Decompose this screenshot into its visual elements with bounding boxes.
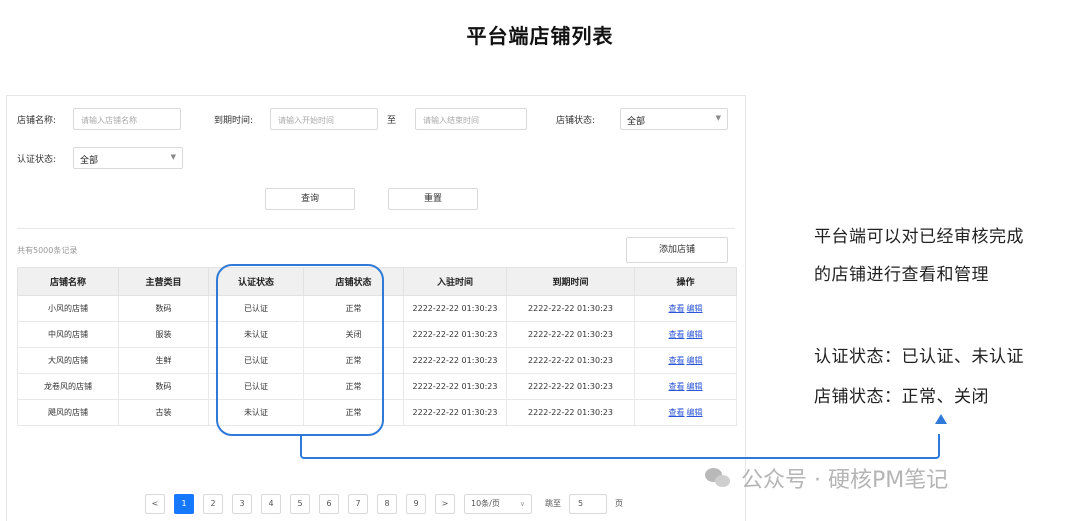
prev-page-button[interactable]: < (145, 494, 165, 514)
watermark: 公众号 · 硬核PM笔记 (705, 462, 948, 494)
add-store-button[interactable]: 添加店铺 (626, 237, 728, 263)
page-button-8[interactable]: 8 (377, 494, 397, 514)
store-name-label: 店铺名称: (17, 116, 57, 126)
cell-actions: 查看 编辑 (634, 347, 737, 374)
chevron-down-icon: ▼ (170, 153, 176, 161)
col-header-actions: 操作 (634, 267, 737, 296)
edit-link[interactable]: 编辑 (687, 304, 703, 313)
store-status-value: 全部 (627, 117, 646, 127)
page-size-select[interactable]: 10条/页 ∨ (464, 494, 532, 514)
view-link[interactable]: 查看 (669, 304, 685, 313)
page-unit-label: 页 (615, 499, 623, 508)
annotation-connector-line (300, 434, 940, 459)
note-line-1: 平台端可以对已经审核完成 (814, 227, 1024, 247)
cert-status-select[interactable]: 全部 ▼ (73, 147, 183, 169)
cell-join-time: 2222-22-22 01:30:23 (403, 321, 507, 348)
page-button-5[interactable]: 5 (290, 494, 310, 514)
note-line-2: 的店铺进行查看和管理 (814, 265, 989, 285)
page-size-value: 10条/页 (471, 499, 500, 508)
query-button[interactable]: 查询 (265, 188, 355, 210)
chevron-down-icon: ▼ (715, 114, 721, 122)
cell-actions: 查看 编辑 (634, 399, 737, 426)
range-separator: 至 (387, 116, 397, 126)
page-button-7[interactable]: 7 (348, 494, 368, 514)
cell-category: 服装 (118, 321, 209, 348)
jump-label: 跳至 (545, 499, 561, 508)
divider (17, 228, 735, 229)
cell-join-time: 2222-22-22 01:30:23 (403, 399, 507, 426)
total-records: 共有5000条记录 (17, 246, 78, 255)
view-link[interactable]: 查看 (669, 356, 685, 365)
cell-expire-time: 2222-22-22 01:30:23 (506, 373, 635, 400)
col-header-category: 主营类目 (118, 267, 209, 296)
view-link[interactable]: 查看 (669, 330, 685, 339)
view-link[interactable]: 查看 (669, 408, 685, 417)
edit-link[interactable]: 编辑 (687, 356, 703, 365)
view-link[interactable]: 查看 (669, 382, 685, 391)
cell-category: 数码 (118, 295, 209, 322)
reset-button[interactable]: 重置 (388, 188, 478, 210)
start-time-input[interactable]: 请输入开始时间 (270, 108, 378, 130)
wechat-icon (705, 468, 731, 488)
cell-store-name: 大风的店铺 (17, 347, 119, 374)
cell-category: 数码 (118, 373, 209, 400)
cell-store-name: 飓风的店铺 (17, 399, 119, 426)
cell-join-time: 2222-22-22 01:30:23 (403, 347, 507, 374)
cell-expire-time: 2222-22-22 01:30:23 (506, 347, 635, 374)
col-header-expire-time: 到期时间 (506, 267, 635, 296)
page-button-4[interactable]: 4 (261, 494, 281, 514)
cell-expire-time: 2222-22-22 01:30:23 (506, 399, 635, 426)
edit-link[interactable]: 编辑 (687, 408, 703, 417)
cell-category: 生鲜 (118, 347, 209, 374)
page-button-3[interactable]: 3 (232, 494, 252, 514)
note-line-4: 店铺状态：正常、关闭 (814, 387, 989, 407)
cert-status-value: 全部 (80, 156, 99, 166)
status-columns-highlight (216, 264, 384, 436)
col-header-join-time: 入驻时间 (403, 267, 507, 296)
cell-store-name: 中风的店铺 (17, 321, 119, 348)
page-button-6[interactable]: 6 (319, 494, 339, 514)
page-button-2[interactable]: 2 (203, 494, 223, 514)
cert-status-label: 认证状态: (17, 155, 57, 165)
edit-link[interactable]: 编辑 (687, 382, 703, 391)
page-button-1[interactable]: 1 (174, 494, 194, 514)
cell-actions: 查看 编辑 (634, 321, 737, 348)
page-button-9[interactable]: 9 (406, 494, 426, 514)
cell-join-time: 2222-22-22 01:30:23 (403, 295, 507, 322)
note-line-3: 认证状态：已认证、未认证 (814, 347, 1024, 367)
store-status-label: 店铺状态: (556, 116, 596, 126)
edit-link[interactable]: 编辑 (687, 330, 703, 339)
watermark-text: 公众号 · 硬核PM笔记 (741, 468, 949, 493)
cell-expire-time: 2222-22-22 01:30:23 (506, 295, 635, 322)
store-name-input[interactable]: 请输入店铺名称 (73, 108, 181, 130)
col-header-store-name: 店铺名称 (17, 267, 119, 296)
end-time-input[interactable]: 请输入结束时间 (415, 108, 527, 130)
store-status-select[interactable]: 全部 ▼ (620, 108, 728, 130)
cell-actions: 查看 编辑 (634, 295, 737, 322)
arrow-up-icon (935, 414, 947, 424)
cell-store-name: 龙卷风的店铺 (17, 373, 119, 400)
cell-expire-time: 2222-22-22 01:30:23 (506, 321, 635, 348)
cell-actions: 查看 编辑 (634, 373, 737, 400)
jump-page-input[interactable]: 5 (569, 494, 607, 514)
page-title: 平台端店铺列表 (466, 24, 614, 48)
cell-category: 古装 (118, 399, 209, 426)
cell-join-time: 2222-22-22 01:30:23 (403, 373, 507, 400)
next-page-button[interactable]: > (435, 494, 455, 514)
chevron-down-icon: ∨ (519, 500, 525, 508)
expire-time-label: 到期时间: (214, 116, 254, 126)
cell-store-name: 小风的店铺 (17, 295, 119, 322)
